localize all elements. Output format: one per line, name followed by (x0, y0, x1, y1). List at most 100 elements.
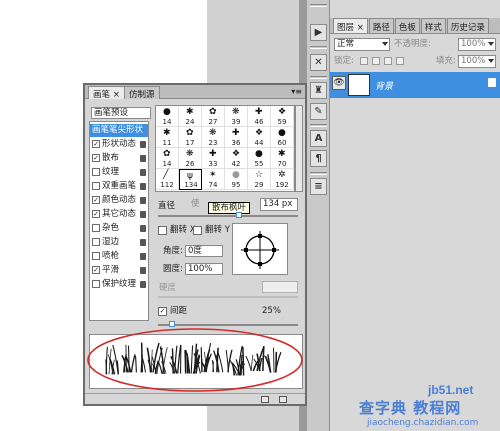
visibility-eye-icon[interactable]: 👁 (332, 76, 346, 90)
brush-setting-item[interactable]: 湿边 (90, 236, 148, 249)
tab-brush[interactable]: 画笔 × (88, 86, 125, 100)
brush-setting-item[interactable]: 画笔笔尖形状 (90, 124, 148, 137)
trash-icon[interactable] (279, 396, 287, 403)
brush-setting-item[interactable]: 杂色 (90, 222, 148, 235)
brush-tip-glyph: ✿ (186, 128, 194, 138)
setting-checkbox[interactable] (92, 252, 100, 260)
brush-setting-item[interactable]: 双重画笔 (90, 180, 148, 193)
character-panel-icon[interactable]: A (310, 130, 327, 147)
brush-tip-cell[interactable]: ● 60 (271, 127, 294, 148)
setting-checkbox[interactable] (92, 168, 100, 176)
setting-checkbox[interactable]: ✓ (92, 140, 100, 148)
lock-icon[interactable] (140, 155, 146, 162)
brush-tip-cell[interactable]: ❋ 23 (202, 127, 225, 148)
brush-setting-item[interactable]: ✓ 散布 (90, 152, 148, 165)
lock-icon[interactable] (140, 281, 146, 288)
brush-tip-cell[interactable]: ✱ 11 (156, 127, 179, 148)
brush-tip-cell[interactable]: ❋ 39 (225, 106, 248, 127)
brush-tip-cell[interactable]: ● 55 (248, 148, 271, 169)
brush-panel-icon[interactable]: ✎ (310, 103, 327, 120)
new-preset-icon[interactable] (261, 396, 269, 403)
actions-play-icon[interactable]: ▶ (310, 24, 327, 41)
brush-tip-cell[interactable]: ✿ 17 (179, 127, 202, 148)
lock-icon[interactable] (140, 267, 146, 274)
brush-tip-cell[interactable]: ✚ 33 (202, 148, 225, 169)
brush-tip-grid[interactable]: ● 14 ✱ 24 ✿ 27 ❋ 39 ✚ 46 ❖ 59 ✱ 11 ✿ 17 ❋ 23 ✚ 36 ❖ 44 ● 60 ✿ 14 ❋… (155, 105, 295, 192)
brush-setting-item[interactable]: ✓ 平滑 (90, 264, 148, 277)
angle-field[interactable]: 0度 (185, 245, 223, 257)
brush-presets-button[interactable]: 画笔预设 (91, 107, 151, 119)
tab-swatches[interactable]: 色板 (394, 18, 420, 33)
lock-all-icon[interactable] (396, 57, 404, 65)
tab-clone-source[interactable]: 仿制源 (124, 86, 160, 100)
clone-stamp-icon[interactable]: ♜ (310, 82, 327, 99)
brush-tip-cell[interactable]: ✚ 36 (225, 127, 248, 148)
lock-icon[interactable] (140, 253, 146, 260)
brush-tip-cell[interactable]: ❖ 44 (248, 127, 271, 148)
brush-setting-item[interactable]: ✓ 形状动态 (90, 138, 148, 151)
brush-tip-cell[interactable]: ✱ 24 (179, 106, 202, 127)
lock-transparent-icon[interactable] (360, 57, 368, 65)
diameter-slider-thumb[interactable] (236, 212, 242, 218)
setting-checkbox[interactable] (92, 280, 100, 288)
blend-mode-select[interactable]: 正常 (334, 38, 390, 51)
use-sample-size-button[interactable]: 使 (191, 199, 200, 210)
setting-checkbox[interactable]: ✓ (92, 196, 100, 204)
setting-checkbox[interactable] (92, 238, 100, 246)
spacing-value[interactable]: 25% (262, 306, 281, 317)
spacing-checkbox[interactable]: ✓ (158, 307, 167, 316)
tab-history[interactable]: 历史记录 (446, 18, 489, 33)
lock-icon[interactable] (140, 211, 146, 218)
paragraph-panel-icon[interactable]: ¶ (310, 150, 327, 167)
panel-menu-icon[interactable]: ▾≡ (291, 87, 302, 96)
brush-tip-cell[interactable]: ❋ 26 (179, 148, 202, 169)
layer-comps-icon[interactable]: ≡ (310, 178, 327, 195)
diameter-slider[interactable] (158, 215, 298, 217)
brush-tip-cell[interactable]: ✚ 46 (248, 106, 271, 127)
brush-setting-item[interactable]: 纹理 (90, 166, 148, 179)
brush-tip-cell[interactable]: ✶ 74 (202, 169, 225, 190)
brush-tip-cell[interactable]: ✱ 70 (271, 148, 294, 169)
flip-y-checkbox[interactable] (193, 226, 202, 235)
brush-tip-cell[interactable]: ╱ 112 (156, 169, 179, 190)
brush-tip-cell[interactable]: ☆ 29 (248, 169, 271, 190)
setting-checkbox[interactable] (92, 224, 100, 232)
lock-move-icon[interactable] (384, 57, 392, 65)
tab-layers[interactable]: 图层 × (333, 18, 368, 33)
brush-setting-item[interactable]: ✓ 其它动态 (90, 208, 148, 221)
lock-icon[interactable] (140, 183, 146, 190)
roundness-field[interactable]: 100% (185, 263, 223, 275)
tab-paths[interactable]: 路径 (368, 18, 394, 33)
flip-x-checkbox[interactable] (158, 226, 167, 235)
brush-tip-cell[interactable]: ψ 134 (179, 169, 202, 190)
opacity-field[interactable]: 100% (458, 38, 496, 51)
tools-icon[interactable]: ✕ (310, 54, 327, 71)
lock-paint-icon[interactable] (372, 57, 380, 65)
tab-styles[interactable]: 样式 (420, 18, 446, 33)
brush-tip-cell[interactable]: ❖ 59 (271, 106, 294, 127)
brush-setting-item[interactable]: 喷枪 (90, 250, 148, 263)
lock-icon[interactable] (140, 225, 146, 232)
brush-tip-cell[interactable]: ✿ 27 (202, 106, 225, 127)
lock-icon[interactable] (140, 239, 146, 246)
setting-checkbox[interactable] (92, 182, 100, 190)
fill-field[interactable]: 100% (458, 55, 496, 68)
lock-icon[interactable] (140, 197, 146, 204)
setting-checkbox[interactable]: ✓ (92, 266, 100, 274)
lock-icon[interactable] (140, 169, 146, 176)
brush-tip-cell[interactable]: ❖ 42 (225, 148, 248, 169)
brush-tip-cell[interactable]: ● 14 (156, 106, 179, 127)
brush-tip-size: 26 (185, 160, 195, 168)
layer-row-background[interactable]: 👁 背景 (330, 72, 500, 98)
brush-grid-scrollbar[interactable] (295, 105, 303, 192)
setting-checkbox[interactable]: ✓ (92, 210, 100, 218)
brush-tip-cell[interactable]: ● 95 (225, 169, 248, 190)
brush-tip-cell[interactable]: ✿ 14 (156, 148, 179, 169)
brush-setting-item[interactable]: ✓ 颜色动态 (90, 194, 148, 207)
brush-setting-item[interactable]: 保护纹理 (90, 278, 148, 291)
brush-angle-preview[interactable] (232, 223, 288, 275)
brush-tip-cell[interactable]: ✲ 192 (271, 169, 294, 190)
diameter-field[interactable]: 134 px (260, 198, 298, 211)
lock-icon[interactable] (140, 141, 146, 148)
setting-checkbox[interactable]: ✓ (92, 154, 100, 162)
